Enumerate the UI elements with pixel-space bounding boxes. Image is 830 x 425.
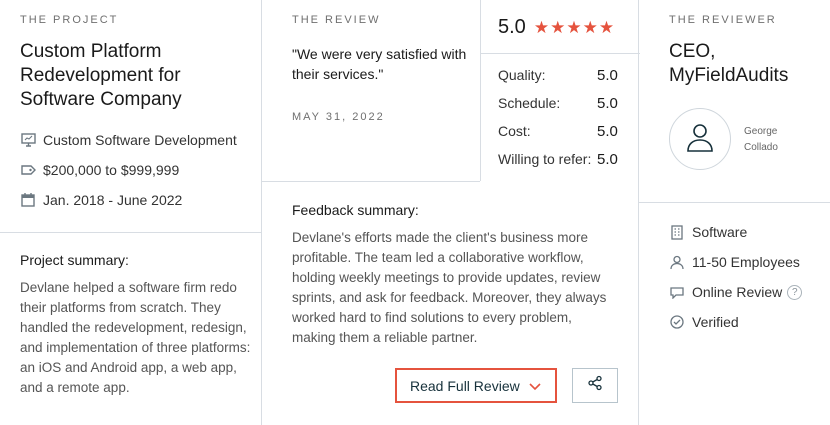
star-icon: ★ <box>533 18 550 37</box>
rating-willing-to-refer: Willing to refer: 5.0 <box>498 151 623 168</box>
rating-label: Cost: <box>498 123 531 139</box>
divider <box>0 232 262 233</box>
rating-label: Willing to refer: <box>498 151 592 167</box>
company-size-row: 11-50 Employees <box>669 254 800 270</box>
budget-label: $200,000 to $999,999 <box>43 162 180 178</box>
share-button[interactable] <box>572 368 618 403</box>
review-eyebrow: THE REVIEW <box>292 14 381 26</box>
rating-box: 5.0 ★ ★ ★ ★ ★ Quality: 5.0 Schedule: 5.0… <box>480 0 640 181</box>
industry-label: Software <box>692 224 748 240</box>
rating-label: Quality: <box>498 67 546 83</box>
verified-label: Verified <box>692 314 739 330</box>
person-icon <box>669 255 684 270</box>
project-title: Custom Platform Redevelopment for Softwa… <box>20 41 182 110</box>
rating-cost: Cost: 5.0 <box>498 123 623 140</box>
check-circle-icon <box>669 315 684 330</box>
project-summary-title: Project summary: <box>20 252 129 268</box>
reviewer-column: THE REVIEWER CEO, MyFieldAudits George C… <box>639 0 830 425</box>
calendar-icon <box>20 192 36 208</box>
rating-value: 5.0 <box>597 123 618 140</box>
verified-row: Verified <box>669 314 739 330</box>
company-size-label: 11-50 Employees <box>692 254 800 270</box>
star-icon: ★ <box>598 18 615 37</box>
review-column: THE REVIEW "We were very satisfied with … <box>262 0 640 425</box>
review-quote: "We were very satisfied with their servi… <box>292 46 467 82</box>
chat-bubble-icon <box>669 285 684 300</box>
dates-label: Jan. 2018 - June 2022 <box>43 192 183 208</box>
read-full-review-button[interactable]: Read Full Review <box>395 368 557 403</box>
dates-row: Jan. 2018 - June 2022 <box>20 192 182 208</box>
divider <box>262 181 480 182</box>
rating-value: 5.0 <box>597 151 618 168</box>
project-column: THE PROJECT Custom Platform Redevelopmen… <box>0 0 262 425</box>
chevron-down-icon <box>528 379 542 396</box>
avatar <box>669 108 731 170</box>
star-icon: ★ <box>566 18 582 37</box>
rating-label: Schedule: <box>498 95 561 111</box>
project-summary-text: Devlane helped a software firm redo thei… <box>20 280 251 395</box>
budget-row: $200,000 to $999,999 <box>20 162 179 178</box>
reviewer-title: CEO, MyFieldAudits <box>669 41 789 86</box>
user-icon <box>683 120 717 159</box>
service-label: Custom Software Development <box>43 132 237 148</box>
rating-value: 5.0 <box>597 95 618 112</box>
price-tag-icon <box>20 162 36 178</box>
reviewer-eyebrow: THE REVIEWER <box>669 14 777 26</box>
feedback-summary-text: Devlane's efforts made the client's busi… <box>292 230 607 345</box>
star-icon: ★ <box>550 18 566 37</box>
divider <box>481 53 640 54</box>
review-type-row: Online Review ? <box>669 284 803 300</box>
read-full-review-label: Read Full Review <box>410 377 520 394</box>
star-icon: ★ <box>582 18 598 37</box>
overall-rating: 5.0 ★ ★ ★ ★ ★ <box>498 16 615 39</box>
rating-quality: Quality: 5.0 <box>498 67 623 84</box>
monitor-icon <box>20 132 36 148</box>
building-icon <box>669 224 684 240</box>
help-icon[interactable]: ? <box>787 284 803 300</box>
feedback-summary-title: Feedback summary: <box>292 202 419 218</box>
divider <box>639 202 830 203</box>
review-date: MAY 31, 2022 <box>292 111 385 123</box>
industry-row: Software <box>669 224 747 240</box>
rating-value: 5.0 <box>597 67 618 84</box>
rating-schedule: Schedule: 5.0 <box>498 95 623 112</box>
overall-rating-value: 5.0 <box>498 16 526 38</box>
project-eyebrow: THE PROJECT <box>20 14 119 26</box>
share-icon <box>587 375 603 396</box>
reviewer-name: George Collado <box>744 126 778 153</box>
service-row: Custom Software Development <box>20 132 237 148</box>
review-type-label: Online Review <box>692 284 783 300</box>
